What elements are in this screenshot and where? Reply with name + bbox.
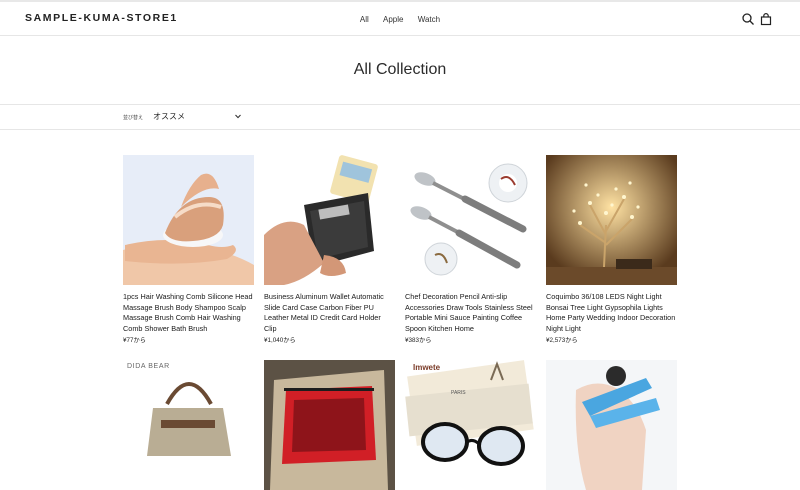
sort-label: 並び替え [123, 115, 144, 121]
product-title[interactable]: Chef Decoration Pencil Anti-slip Accesso… [405, 292, 536, 334]
glasses-box-label: PARIS [451, 390, 466, 396]
product-card[interactable]: 1pcs Hair Washing Comb Silicone Head Mas… [123, 155, 254, 344]
product-price: ¥383から [405, 337, 432, 344]
product-image-bag[interactable]: DIDA BEAR [123, 360, 254, 490]
product-price: ¥1,040から [264, 337, 296, 344]
product-image-tree-light[interactable] [546, 155, 677, 285]
page-title: All Collection [353, 61, 447, 78]
product-image-pet-seat[interactable] [264, 360, 395, 490]
collection-hero: All Collection [0, 36, 800, 105]
product-card[interactable] [264, 360, 395, 490]
product-image-spoons[interactable] [405, 155, 536, 285]
site-header: SAMPLE-KUMA-STORE1 All Apple Watch [0, 2, 800, 36]
product-image-bath-towel[interactable] [546, 360, 677, 490]
product-image-glasses[interactable]: Imwete PARIS [405, 360, 536, 490]
product-card[interactable]: Business Aluminum Wallet Automatic Slide… [264, 155, 395, 344]
product-card[interactable]: Imwete PARIS [405, 360, 536, 490]
product-title[interactable]: 1pcs Hair Washing Comb Silicone Head Mas… [123, 292, 254, 334]
product-card[interactable]: DIDA BEAR [123, 360, 254, 490]
sort-bar: 並び替え オススメ [0, 105, 800, 130]
sort-selected-value: オススメ [153, 112, 185, 121]
nav-item-watch[interactable]: Watch [418, 15, 440, 24]
product-price: ¥77から [123, 337, 147, 344]
sort-select[interactable]: オススメ [153, 111, 241, 123]
nav-item-apple[interactable]: Apple [383, 15, 403, 24]
bag-icon[interactable] [759, 12, 773, 26]
search-icon[interactable] [741, 12, 755, 26]
glasses-brand-label: Imwete [413, 363, 441, 372]
main-nav: All Apple Watch [0, 15, 800, 24]
chevron-down-icon [235, 114, 241, 119]
product-card[interactable]: Coquimbo 36/108 LEDS Night Light Bonsai … [546, 155, 677, 344]
product-title[interactable]: Business Aluminum Wallet Automatic Slide… [264, 292, 395, 334]
product-title[interactable]: Coquimbo 36/108 LEDS Night Light Bonsai … [546, 292, 677, 334]
nav-item-all[interactable]: All [360, 15, 369, 24]
product-price: ¥2,573から [546, 337, 578, 344]
product-image-brush[interactable] [123, 155, 254, 285]
product-image-wallet[interactable] [264, 155, 395, 285]
product-card[interactable]: Chef Decoration Pencil Anti-slip Accesso… [405, 155, 536, 344]
product-card[interactable] [546, 360, 677, 490]
brand-label: DIDA BEAR [127, 363, 170, 370]
